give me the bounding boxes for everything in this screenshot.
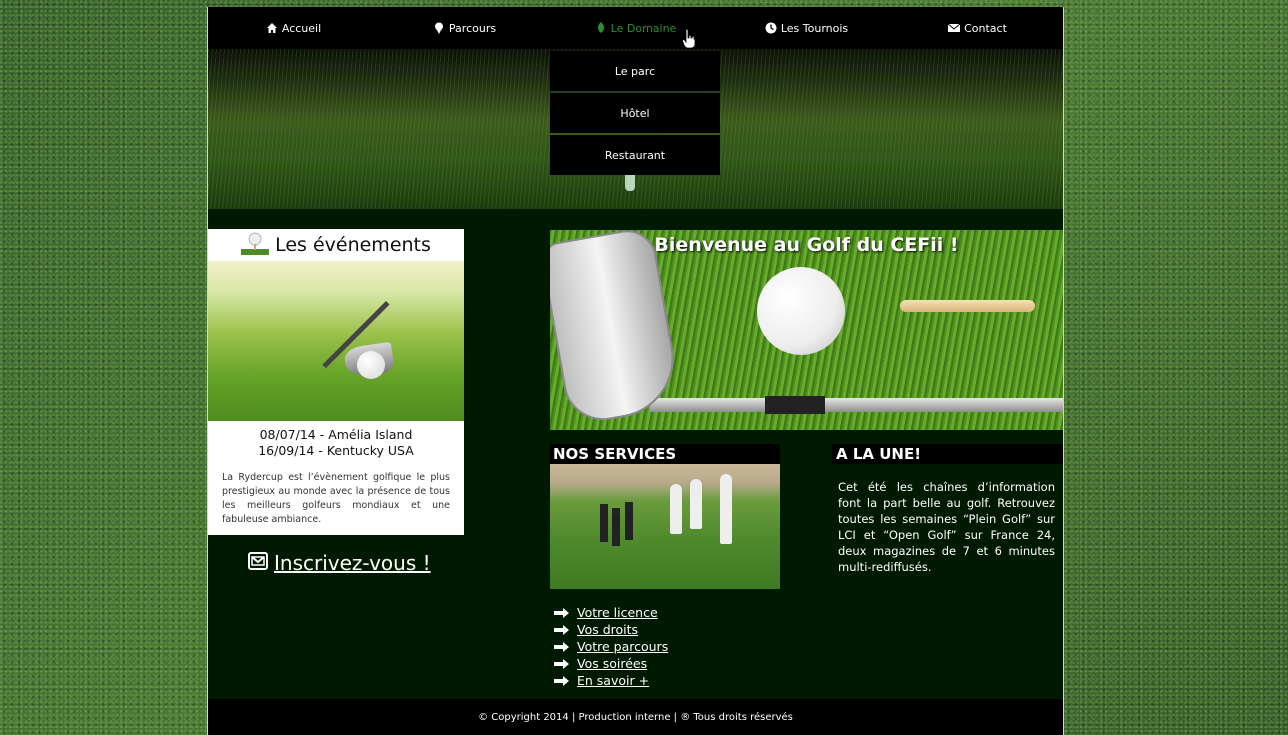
events-description: La Rydercup est l’évènement golfique le … bbox=[222, 472, 450, 525]
nav-item-accueil[interactable]: Accueil bbox=[208, 7, 379, 49]
nav-item-contact[interactable]: Contact bbox=[892, 7, 1063, 49]
une-heading: A LA UNE! bbox=[832, 444, 1063, 464]
club-grip-graphic bbox=[765, 396, 825, 414]
services-link-soirees[interactable]: Vos soirées bbox=[554, 655, 668, 672]
event-dates: 08/07/14 - Amélia Island 16/09/14 - Kent… bbox=[208, 427, 464, 459]
hand-arrow-right-icon bbox=[554, 658, 569, 669]
link-label: Votre parcours bbox=[577, 639, 669, 654]
events-title: Les événements bbox=[208, 229, 464, 261]
tee-graphic bbox=[900, 300, 1035, 312]
dropdown-item-le-parc[interactable]: Le parc bbox=[550, 51, 720, 91]
dropdown-item-hotel[interactable]: Hôtel bbox=[550, 93, 720, 133]
hand-arrow-right-icon bbox=[554, 607, 569, 618]
leaf-icon bbox=[595, 22, 607, 34]
nav-label: Les Tournois bbox=[780, 21, 849, 35]
une-text: Cet été les chaînes d’information font l… bbox=[838, 480, 1055, 574]
main-nav: Accueil Parcours Le Domaine Les Tournois… bbox=[208, 7, 1063, 49]
nav-item-parcours[interactable]: Parcours bbox=[379, 7, 550, 49]
services-heading: NOS SERVICES bbox=[550, 444, 780, 464]
golf-ball-graphic bbox=[757, 267, 845, 355]
services-link-licence[interactable]: Votre licence bbox=[554, 604, 668, 621]
signup-label: Inscrivez-vous ! bbox=[274, 551, 431, 575]
services-link-en-savoir-plus[interactable]: En savoir + bbox=[554, 672, 668, 689]
page-container: Accueil Parcours Le Domaine Les Tournois… bbox=[207, 7, 1064, 735]
hand-arrow-right-icon bbox=[554, 675, 569, 686]
signup-link[interactable]: Inscrivez-vous ! bbox=[248, 551, 431, 575]
club-shaft-graphic bbox=[650, 398, 1063, 412]
link-label: En savoir + bbox=[577, 673, 650, 688]
events-panel: Les événements 08/07/14 - Amélia Island … bbox=[208, 229, 464, 535]
services-link-droits[interactable]: Vos droits bbox=[554, 621, 668, 638]
nav-label: Parcours bbox=[448, 21, 497, 35]
services-link-parcours[interactable]: Votre parcours bbox=[554, 638, 668, 655]
footer: © Copyright 2014 | Production interne | … bbox=[208, 699, 1063, 735]
dropdown-item-restaurant[interactable]: Restaurant bbox=[550, 135, 720, 175]
event-date-2: 16/09/14 - Kentucky USA bbox=[258, 443, 414, 458]
nav-label: Accueil bbox=[281, 21, 322, 35]
link-label: Vos soirées bbox=[577, 656, 648, 671]
hand-arrow-right-icon bbox=[554, 624, 569, 635]
nav-label: Le Domaine bbox=[610, 21, 677, 35]
link-label: Vos droits bbox=[577, 622, 639, 637]
envelope-icon bbox=[948, 22, 961, 34]
footer-copyright: © Copyright 2014 | Production interne | … bbox=[478, 711, 793, 723]
nav-label: Contact bbox=[964, 21, 1007, 35]
hand-arrow-right-icon bbox=[554, 641, 569, 652]
envelope-square-icon bbox=[248, 551, 268, 575]
nav-item-les-tournois[interactable]: Les Tournois bbox=[721, 7, 892, 49]
golf-club-ball-image bbox=[208, 261, 464, 421]
services-links: Votre licence Vos droits Votre parcours … bbox=[554, 604, 668, 689]
home-icon bbox=[266, 22, 278, 34]
event-date-1: 08/07/14 - Amélia Island bbox=[259, 427, 413, 442]
welcome-title: Bienvenue au Golf du CEFii ! bbox=[654, 234, 959, 256]
golf-ball-tee-icon bbox=[241, 231, 270, 260]
events-heading: Les événements bbox=[275, 234, 431, 256]
link-label: Votre licence bbox=[577, 605, 658, 620]
map-marker-icon bbox=[433, 22, 445, 34]
hand-cursor-icon bbox=[682, 29, 696, 49]
welcome-hero-image: Bienvenue au Golf du CEFii ! bbox=[550, 230, 1063, 430]
driving-range-image bbox=[550, 464, 780, 589]
clock-icon bbox=[765, 22, 777, 34]
le-domaine-dropdown: Le parc Hôtel Restaurant bbox=[550, 51, 720, 177]
